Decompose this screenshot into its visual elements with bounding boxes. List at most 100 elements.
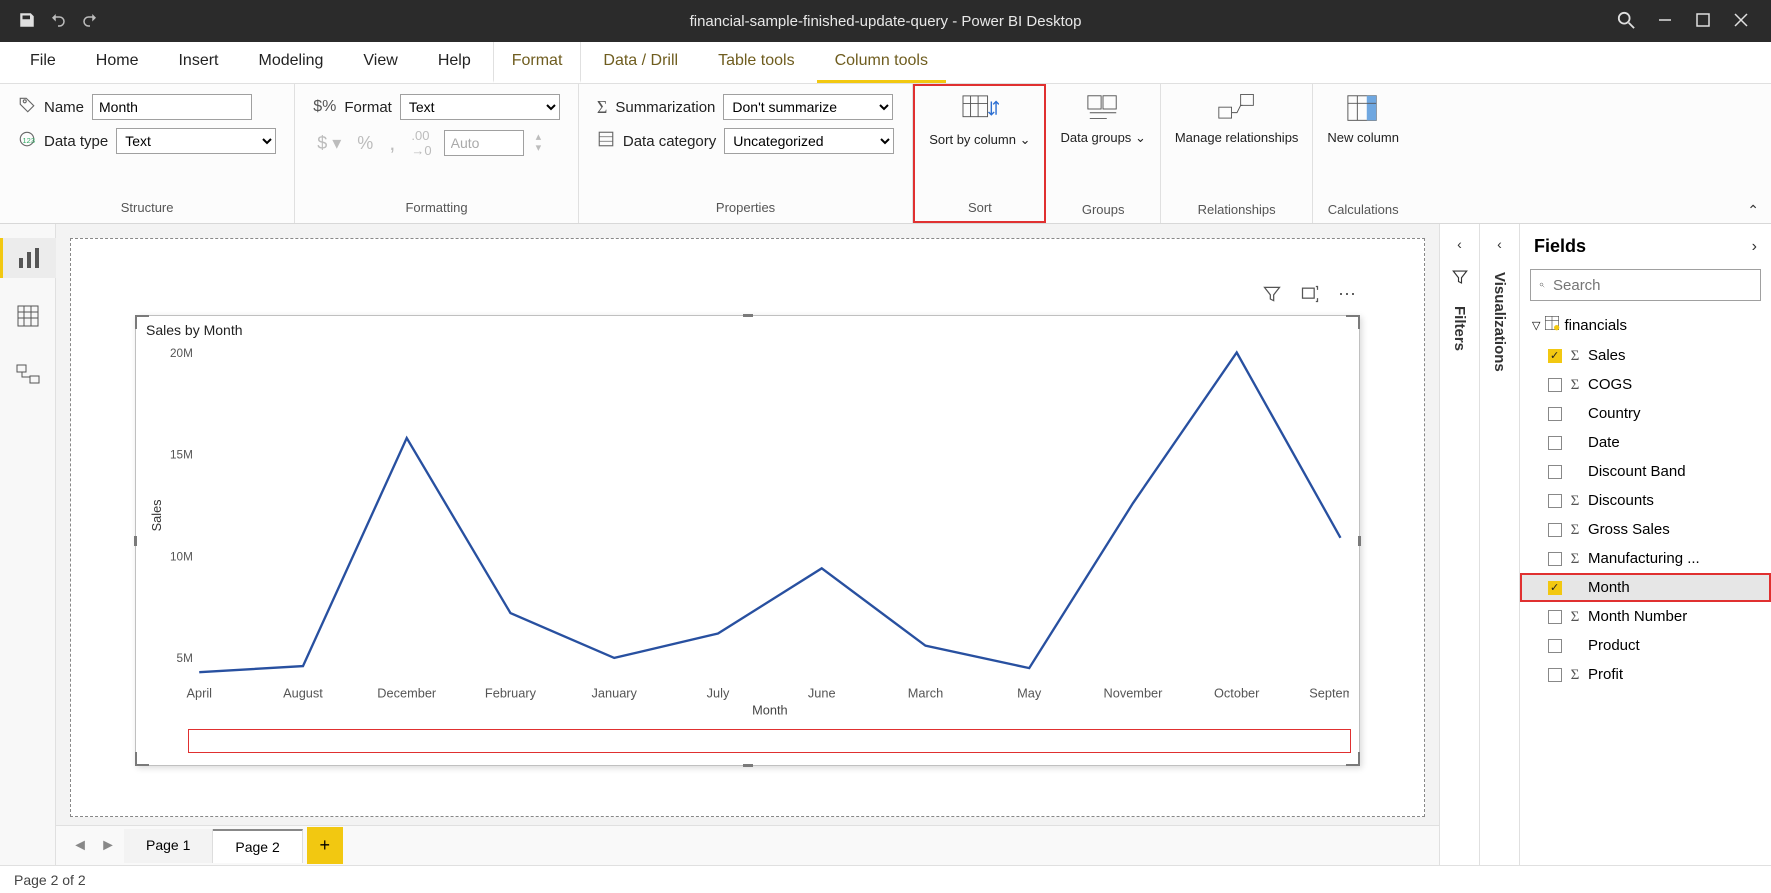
- checkbox[interactable]: [1548, 465, 1562, 479]
- tab-table-tools[interactable]: Table tools: [700, 42, 813, 83]
- manage-relationships-button[interactable]: Manage relationships Relationships: [1161, 84, 1314, 223]
- resize-handle[interactable]: [743, 314, 753, 317]
- field-item[interactable]: Σ Date: [1520, 428, 1771, 457]
- data-view-icon[interactable]: [0, 296, 56, 336]
- svg-text:December: December: [377, 685, 437, 700]
- group-label-structure: Structure: [18, 196, 276, 219]
- checkbox[interactable]: [1548, 552, 1562, 566]
- checkbox[interactable]: [1548, 349, 1562, 363]
- visualizations-pane-collapsed[interactable]: ‹ Visualizations: [1479, 224, 1519, 865]
- percent-button[interactable]: %: [353, 133, 377, 154]
- checkbox[interactable]: [1548, 581, 1562, 595]
- sigma-icon: Σ: [1568, 375, 1582, 394]
- expand-fields-icon[interactable]: ›: [1752, 238, 1757, 256]
- checkbox[interactable]: [1548, 668, 1562, 682]
- page-tab[interactable]: Page 2: [213, 829, 302, 863]
- maximize-icon[interactable]: [1695, 12, 1711, 31]
- page-tab[interactable]: Page 1: [124, 829, 213, 863]
- expand-visualizations-icon[interactable]: ‹: [1497, 236, 1502, 252]
- field-item[interactable]: Σ Profit: [1520, 660, 1771, 689]
- model-view-icon[interactable]: [0, 354, 56, 394]
- field-item[interactable]: Σ Product: [1520, 631, 1771, 660]
- resize-handle[interactable]: [1346, 315, 1360, 329]
- field-label: Month: [1588, 579, 1630, 596]
- ribbon: Name 123 Data type Text Structure $% For…: [0, 84, 1771, 224]
- undo-icon[interactable]: [48, 11, 68, 32]
- data-groups-button[interactable]: Data groups ⌄ Groups: [1046, 84, 1160, 223]
- format-select[interactable]: Text: [400, 94, 560, 120]
- sort-by-column-button[interactable]: Sort by column ⌄ Sort: [913, 84, 1046, 223]
- add-page-button[interactable]: +: [307, 827, 343, 864]
- filter-icon: [1451, 268, 1469, 286]
- checkbox[interactable]: [1548, 610, 1562, 624]
- sigma-icon: Σ: [1568, 607, 1582, 626]
- checkbox[interactable]: [1548, 407, 1562, 421]
- report-view-icon[interactable]: [0, 238, 56, 278]
- field-label: Date: [1588, 434, 1620, 451]
- xaxis-highlight: [188, 729, 1351, 753]
- report-canvas[interactable]: ⋯ Sales by Month 5M10M15M20MSalesAprilAu…: [70, 238, 1425, 817]
- tab-modeling[interactable]: Modeling: [240, 42, 341, 83]
- collapse-ribbon-icon[interactable]: ⌃: [1747, 202, 1759, 219]
- fields-table[interactable]: ▽ financials: [1520, 309, 1771, 341]
- field-item[interactable]: Σ Month: [1520, 573, 1771, 602]
- checkbox[interactable]: [1548, 378, 1562, 392]
- tab-insert[interactable]: Insert: [160, 42, 236, 83]
- tab-data-drill[interactable]: Data / Drill: [585, 42, 696, 83]
- tab-format[interactable]: Format: [493, 42, 582, 83]
- field-item[interactable]: Σ Month Number: [1520, 602, 1771, 631]
- resize-handle[interactable]: [1358, 536, 1361, 546]
- more-icon[interactable]: ⋯: [1338, 284, 1359, 309]
- field-item[interactable]: Σ Sales: [1520, 341, 1771, 370]
- redo-icon[interactable]: [80, 11, 100, 32]
- groups-label: Data groups: [1060, 130, 1131, 145]
- field-item[interactable]: Σ Country: [1520, 399, 1771, 428]
- tab-home[interactable]: Home: [78, 42, 157, 83]
- save-icon[interactable]: [18, 11, 36, 32]
- name-input[interactable]: [92, 94, 252, 120]
- field-item[interactable]: Σ Gross Sales: [1520, 515, 1771, 544]
- checkbox[interactable]: [1548, 523, 1562, 537]
- field-item[interactable]: Σ COGS: [1520, 370, 1771, 399]
- fields-tree: ▽ financials Σ Sales Σ COGS Σ Country Σ …: [1520, 309, 1771, 865]
- checkbox[interactable]: [1548, 494, 1562, 508]
- stepper-icon[interactable]: ▴▾: [532, 132, 546, 154]
- filter-icon[interactable]: [1262, 284, 1282, 309]
- close-icon[interactable]: [1733, 12, 1749, 31]
- field-item[interactable]: Σ Manufacturing ...: [1520, 544, 1771, 573]
- chart-plot: 5M10M15M20MSalesAprilAugustDecemberFebru…: [146, 344, 1349, 717]
- thousands-button[interactable]: ,: [385, 130, 399, 156]
- next-page-icon[interactable]: ►: [96, 834, 120, 858]
- resize-handle[interactable]: [134, 536, 137, 546]
- search-icon[interactable]: [1617, 11, 1635, 32]
- prev-page-icon[interactable]: ◄: [68, 834, 92, 858]
- field-label: Discount Band: [1588, 463, 1686, 480]
- checkbox[interactable]: [1548, 436, 1562, 450]
- resize-handle[interactable]: [135, 752, 149, 766]
- tab-file[interactable]: File: [12, 42, 74, 83]
- svg-text:123: 123: [23, 135, 36, 144]
- sigma-icon: Σ: [1568, 491, 1582, 510]
- resize-handle[interactable]: [1346, 752, 1360, 766]
- chart-title: Sales by Month: [146, 322, 243, 338]
- tab-view[interactable]: View: [345, 42, 415, 83]
- minimize-icon[interactable]: [1657, 12, 1673, 31]
- expand-filters-icon[interactable]: ‹: [1457, 236, 1462, 252]
- field-item[interactable]: Σ Discount Band: [1520, 457, 1771, 486]
- tab-column-tools[interactable]: Column tools: [817, 42, 946, 83]
- currency-button[interactable]: $ ▾: [313, 133, 345, 154]
- filters-pane-collapsed[interactable]: ‹ Filters: [1439, 224, 1479, 865]
- resize-handle[interactable]: [743, 764, 753, 767]
- fields-search[interactable]: [1530, 269, 1761, 301]
- new-column-button[interactable]: New column Calculations: [1313, 84, 1413, 223]
- checkbox[interactable]: [1548, 639, 1562, 653]
- tab-help[interactable]: Help: [420, 42, 489, 83]
- datacategory-select[interactable]: Uncategorized: [724, 128, 894, 154]
- datatype-select[interactable]: Text: [116, 128, 276, 154]
- chart-visual[interactable]: ⋯ Sales by Month 5M10M15M20MSalesAprilAu…: [135, 315, 1360, 766]
- summarization-select[interactable]: Don't summarize: [723, 94, 893, 120]
- field-item[interactable]: Σ Discounts: [1520, 486, 1771, 515]
- focus-mode-icon[interactable]: [1300, 284, 1320, 309]
- fields-search-input[interactable]: [1553, 277, 1752, 294]
- decimals-button[interactable]: .00→0: [407, 128, 435, 158]
